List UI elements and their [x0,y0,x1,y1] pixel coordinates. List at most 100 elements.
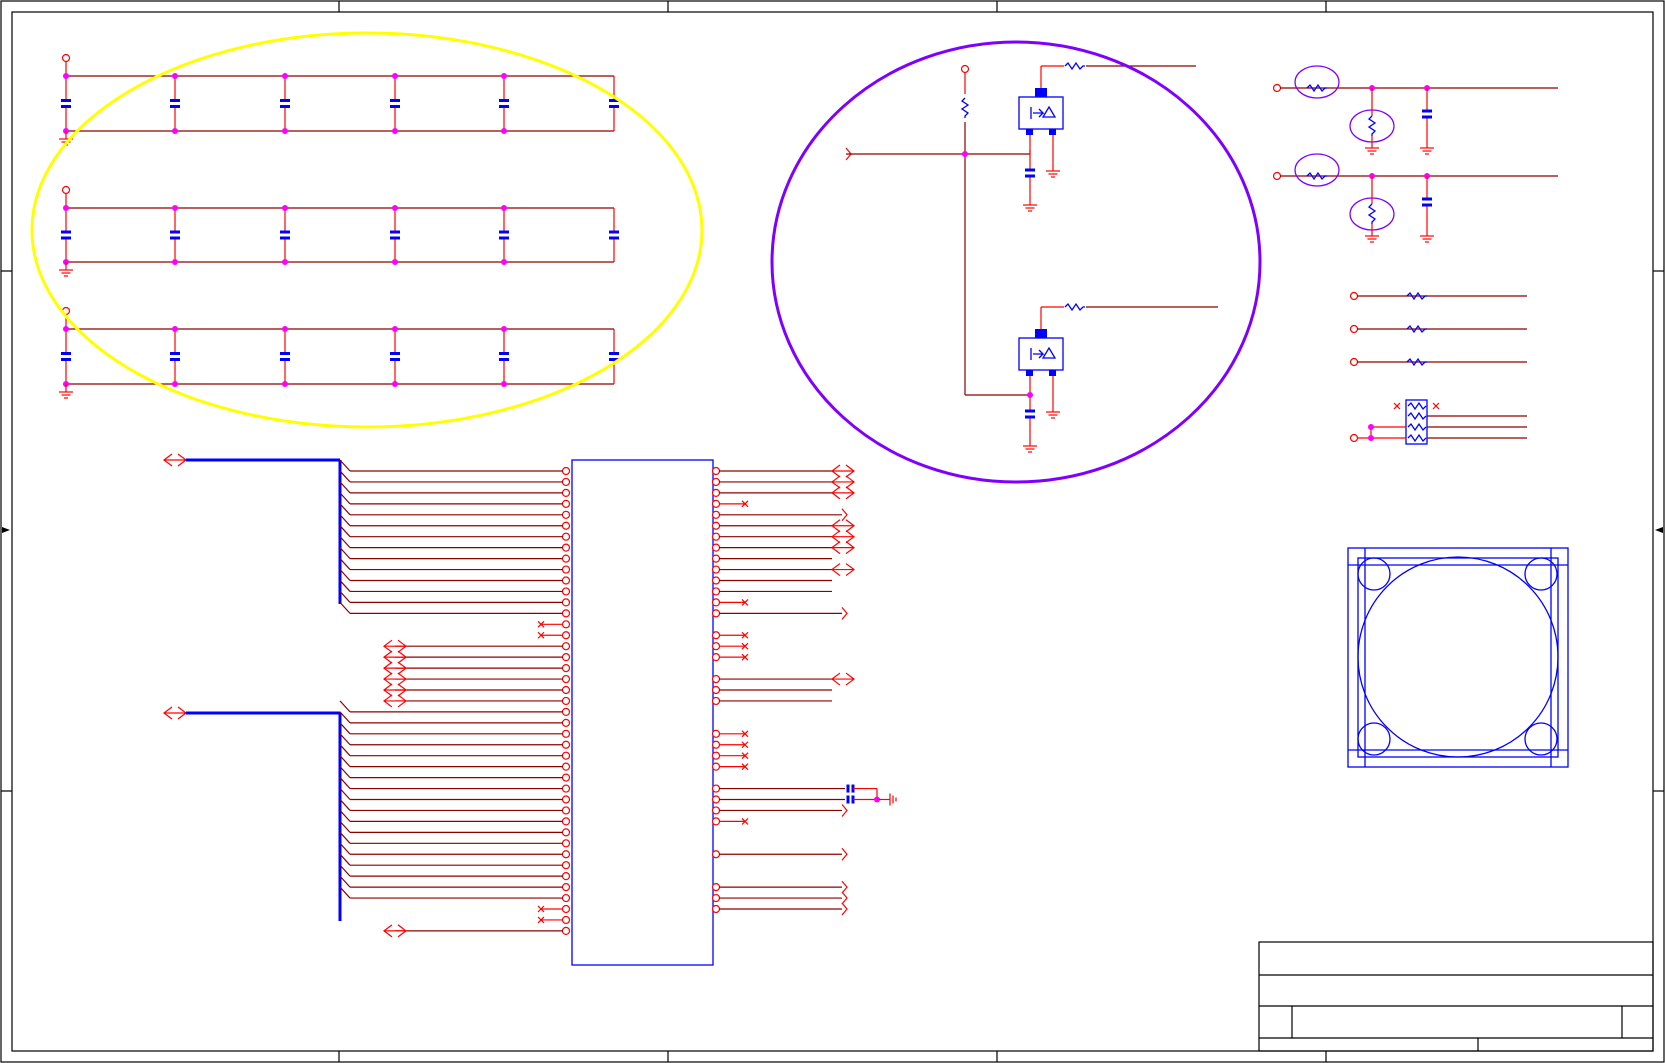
mosfet-pin [1049,370,1056,376]
no-connect-icon [1393,402,1401,410]
pin-terminal [711,631,721,640]
pin-terminal [711,674,721,684]
junction-dot [282,326,288,332]
pin-terminal [561,828,571,837]
mosfet-pin [1026,129,1033,135]
bidirectional-port-icon [831,519,855,533]
connector-body [571,459,714,966]
pin-terminal [561,861,571,870]
ground-icon [1420,140,1434,155]
resistor-zigzag [1064,61,1085,71]
ground-icon [1420,228,1434,243]
junction-dot [392,259,398,265]
pin-terminal [561,795,571,804]
pin-terminal [561,554,571,563]
capacitor-icon [61,76,71,131]
pin-terminal [561,674,571,684]
mosfet-switch-circuit [845,61,1218,453]
pin-terminal [561,521,571,530]
board-connector [163,453,897,966]
junction-dot [282,73,288,79]
pin-terminal [711,565,721,574]
mosfet-pin [1049,129,1056,135]
mosfet-tab [1035,329,1047,338]
ground-icon [1046,163,1060,178]
pin-terminal [561,532,571,541]
junction-dot [1027,392,1033,398]
resistor-pack-element [1407,422,1427,432]
capacitor-icon [170,76,180,131]
pin-terminal [561,751,571,760]
pin-terminal [711,751,721,760]
capacitor-icon [61,208,71,262]
pin-terminal [711,554,721,563]
pin-terminal [711,642,721,651]
pin-terminal [561,587,571,596]
pin-terminal [711,784,721,793]
pin-terminal [561,926,571,936]
bidirectional-port-icon [163,453,187,467]
pin-terminal [1272,171,1282,181]
bidirectional-port-icon [383,694,407,708]
pin-terminal [561,882,571,892]
pin-terminal [1349,433,1359,443]
pin-terminal [561,740,571,749]
input-port-icon [841,847,848,861]
input-port-icon [841,804,848,817]
input-port-icon [841,606,848,620]
junction-dot [1368,435,1374,441]
ground-icon [1023,438,1037,453]
capacitor-icon [499,329,509,384]
pin-terminal [711,696,721,706]
pin-terminal [561,762,571,771]
pin-terminal [561,663,571,673]
junction-dot [63,326,69,332]
capacitor-icon [1422,176,1432,228]
pin-terminal [561,817,571,826]
pin-terminal [711,850,721,859]
pin-terminal [561,488,571,497]
pin-terminal [711,893,721,903]
bidirectional-port-icon [163,706,187,720]
bidirectional-port-icon [831,563,855,577]
junction-dot [172,205,178,211]
pin-terminal [561,576,571,585]
ground-icon [59,384,73,399]
mounting-hole-icon [1357,556,1559,758]
input-port-icon [841,880,848,894]
pin-terminal [1272,83,1282,93]
pin-terminal [561,685,571,695]
pin-terminal [561,543,571,552]
capacitor-icon [280,76,290,131]
mosfet-symbol [1030,346,1057,360]
pin-terminal [561,642,571,651]
junction-dot [501,326,507,332]
pin-terminal [561,806,571,815]
resistor-highlight-circle [1294,65,1340,99]
capacitor-icon [280,329,290,384]
pin-terminal [960,64,970,74]
capacitor-icon [390,76,400,131]
pin-terminal [711,762,721,771]
series-resistor-group [1349,291,1527,445]
resistor-zigzag [1367,115,1377,136]
resistor-pack-element [1407,401,1427,411]
junction-dot [501,73,507,79]
capacitor-icon [846,784,855,793]
bidirectional-port-icon [831,530,855,544]
input-port-icon [841,891,848,905]
junction-dot [172,73,178,79]
bidirectional-port-icon [383,924,407,938]
pin-terminal [711,499,721,508]
pin-terminal [711,598,721,607]
pin-terminal [61,185,71,195]
resistor-icon [1064,61,1085,71]
pin-terminal [711,587,721,596]
pin-terminal [711,510,721,519]
junction-dot [172,326,178,332]
junction-dot [63,205,69,211]
junction-dot [962,151,968,157]
input-port-icon [841,902,848,916]
mosfet-pin [1026,370,1033,376]
capacitor-icon [1025,149,1035,197]
